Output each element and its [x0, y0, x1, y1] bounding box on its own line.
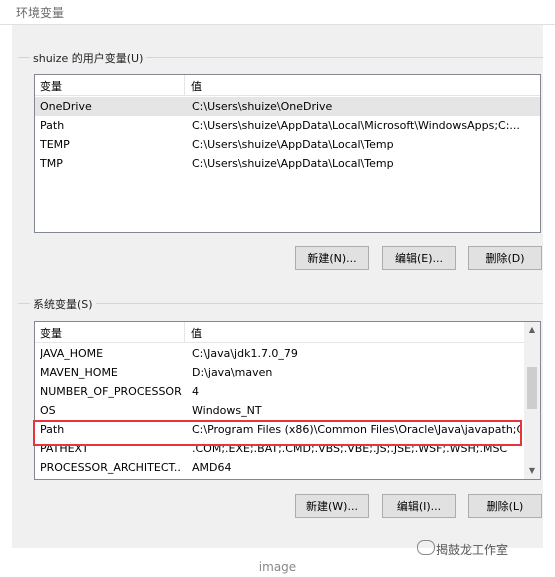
variable-value: C:\Java\jdk1.7.0_79: [192, 347, 298, 360]
scroll-up-icon[interactable]: ▲: [524, 322, 540, 338]
vertical-scrollbar[interactable]: ▲ ▼: [524, 322, 540, 479]
user-variables-list[interactable]: 变量 值 OneDrive C:\Users\shuize\OneDrive P…: [34, 74, 541, 233]
variable-name: Path: [40, 423, 65, 436]
variable-value: C:\Users\shuize\AppData\Local\Temp: [192, 157, 394, 170]
user-variable-row[interactable]: TMP C:\Users\shuize\AppData\Local\Temp: [35, 154, 540, 173]
column-divider[interactable]: [184, 75, 185, 95]
system-edit-button[interactable]: 编辑(I)...: [382, 494, 456, 518]
user-variable-row[interactable]: TEMP C:\Users\shuize\AppData\Local\Temp: [35, 135, 540, 154]
system-variable-row[interactable]: JAVA_HOME C:\Java\jdk1.7.0_79: [35, 344, 540, 363]
system-variables-list[interactable]: 变量 值 JAVA_HOME C:\Java\jdk1.7.0_79 MAVEN…: [34, 321, 541, 480]
variable-value: D:\java\maven: [192, 366, 273, 379]
variable-name: MAVEN_HOME: [40, 366, 118, 379]
variable-name: TEMP: [40, 138, 70, 151]
system-variable-row[interactable]: Path C:\Program Files (x86)\Common Files…: [35, 420, 540, 439]
variable-name: PATHEXT: [40, 442, 89, 455]
variable-value: AMD64: [192, 461, 232, 474]
title-bar: 环境变量: [0, 0, 555, 25]
image-caption: image: [258, 560, 297, 574]
system-delete-button[interactable]: 删除(L): [468, 494, 542, 518]
variable-value: .COM;.EXE;.BAT;.CMD;.VBS;.VBE;.JS;.JSE;.…: [192, 442, 508, 455]
variable-name: OneDrive: [40, 100, 92, 113]
variable-name: OS: [40, 404, 56, 417]
variable-name: Path: [40, 119, 65, 132]
variable-value: 4: [192, 385, 199, 398]
user-variables-label: shuize 的用户变量(U): [30, 50, 147, 66]
system-variable-row[interactable]: PATHEXT .COM;.EXE;.BAT;.CMD;.VBS;.VBE;.J…: [35, 439, 540, 458]
variable-name: NUMBER_OF_PROCESSORS: [40, 385, 182, 398]
user-variable-row[interactable]: Path C:\Users\shuize\AppData\Local\Micro…: [35, 116, 540, 135]
system-variable-row[interactable]: MAVEN_HOME D:\java\maven: [35, 363, 540, 382]
system-new-button[interactable]: 新建(W)...: [295, 494, 369, 518]
column-divider[interactable]: [184, 322, 185, 342]
system-variables-label: 系统变量(S): [30, 296, 96, 312]
variable-name: TMP: [40, 157, 63, 170]
scroll-down-icon[interactable]: ▼: [524, 463, 540, 479]
column-header-variable[interactable]: 变量: [40, 325, 62, 341]
list-header: 变量 值: [35, 322, 540, 343]
variable-value: Windows_NT: [192, 404, 262, 417]
column-header-value[interactable]: 值: [191, 325, 202, 341]
variable-name: PROCESSOR_ARCHITECT...: [40, 461, 182, 474]
user-variables-group: shuize 的用户变量(U): [18, 50, 543, 66]
window-title: 环境变量: [16, 6, 65, 20]
column-header-value[interactable]: 值: [191, 78, 202, 94]
wechat-icon: [417, 540, 435, 555]
system-variables-group: 系统变量(S): [18, 296, 543, 312]
variable-value: C:\Users\shuize\AppData\Local\Temp: [192, 138, 394, 151]
user-delete-button[interactable]: 删除(D): [468, 246, 542, 270]
system-variable-row[interactable]: PROCESSOR_ARCHITECT... AMD64: [35, 458, 540, 477]
variable-value: C:\Program Files (x86)\Common Files\Orac…: [192, 423, 520, 436]
scroll-thumb[interactable]: [527, 367, 537, 409]
variable-value: C:\Users\shuize\AppData\Local\Microsoft\…: [192, 119, 520, 132]
variable-name: JAVA_HOME: [40, 347, 104, 360]
column-header-variable[interactable]: 变量: [40, 78, 62, 94]
system-variable-row[interactable]: NUMBER_OF_PROCESSORS 4: [35, 382, 540, 401]
user-variable-row[interactable]: OneDrive C:\Users\shuize\OneDrive: [35, 97, 540, 116]
list-header: 变量 值: [35, 75, 540, 96]
watermark: 揭鼓龙工作室: [436, 543, 509, 557]
user-edit-button[interactable]: 编辑(E)...: [382, 246, 456, 270]
variable-value: C:\Users\shuize\OneDrive: [192, 100, 333, 113]
system-variable-row[interactable]: OS Windows_NT: [35, 401, 540, 420]
user-new-button[interactable]: 新建(N)...: [295, 246, 369, 270]
